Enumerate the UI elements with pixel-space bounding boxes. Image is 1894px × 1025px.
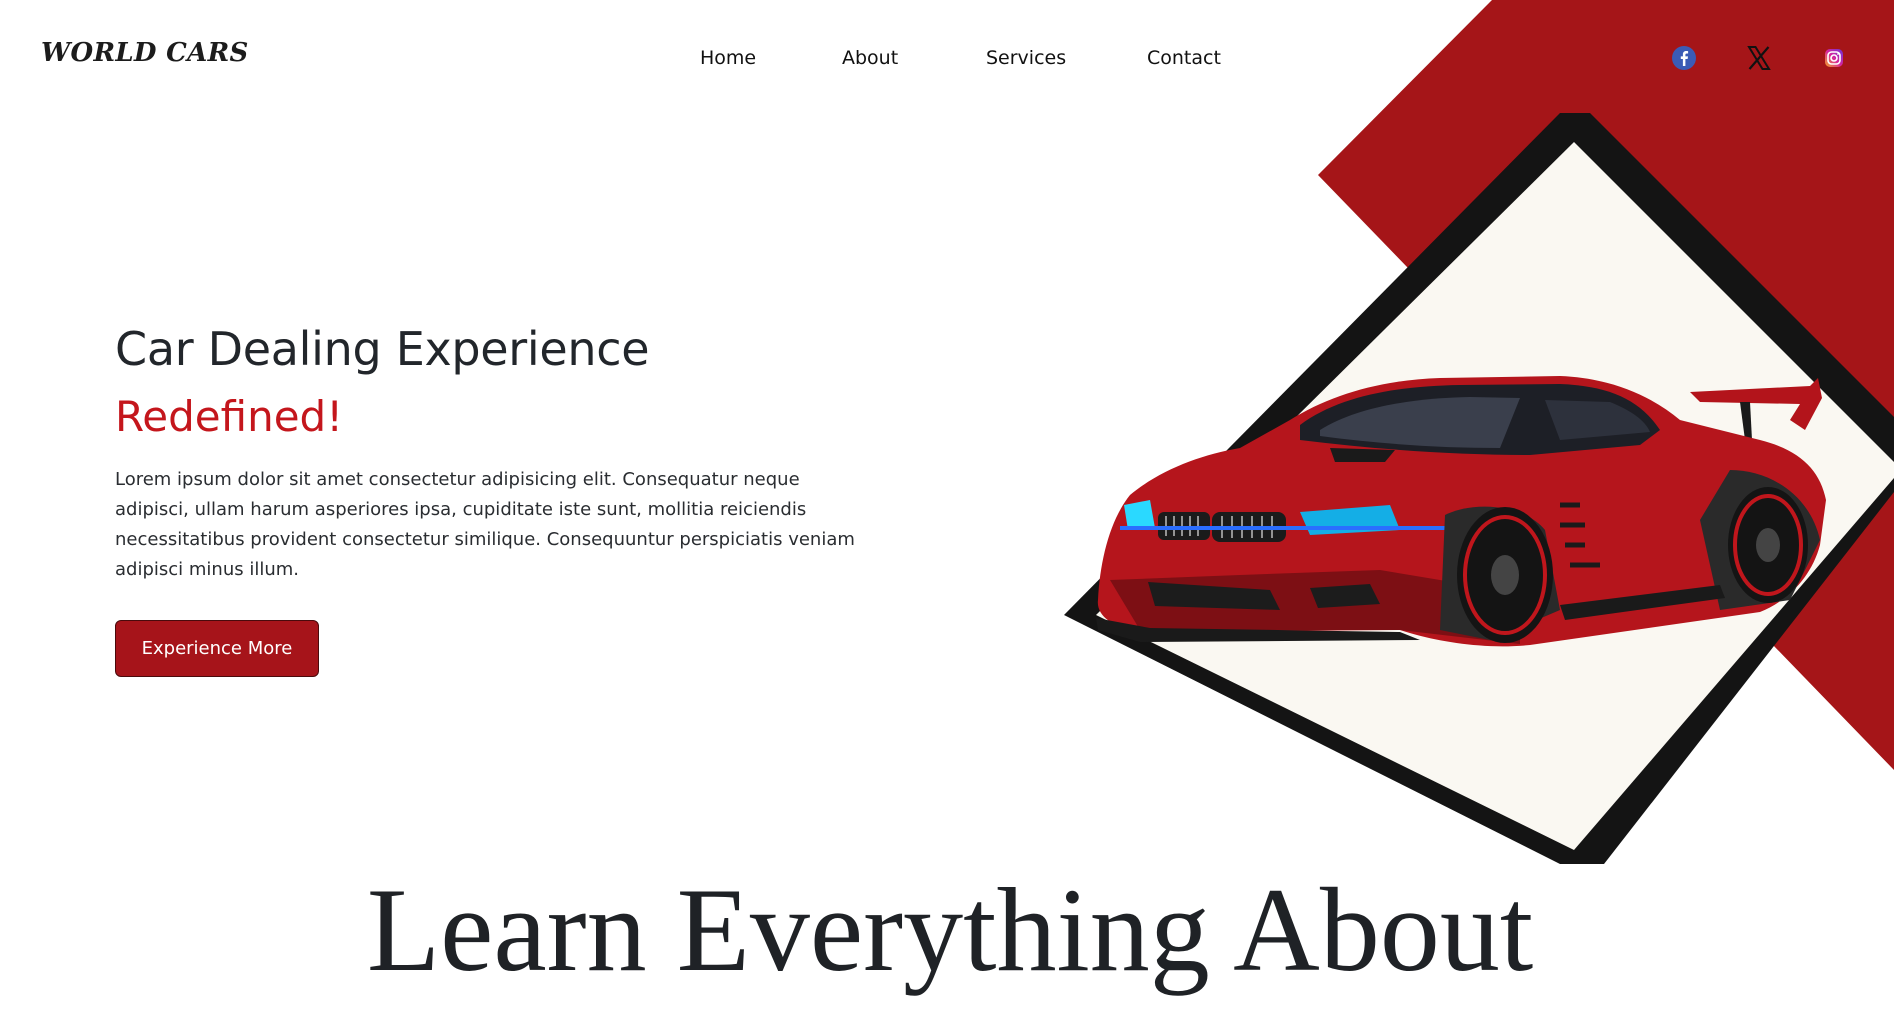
nav-contact-link[interactable]: Contact — [1147, 47, 1221, 69]
experience-more-button[interactable]: Experience More — [115, 620, 319, 677]
instagram-icon — [1825, 49, 1843, 67]
section-heading: Learn Everything About — [366, 863, 1534, 996]
nav-about-link[interactable]: About — [842, 47, 898, 69]
hero-accent-title: Redefined! — [115, 392, 344, 441]
instagram-link[interactable] — [1820, 44, 1848, 72]
diamond-frame — [1066, 113, 1894, 864]
car-image — [1096, 376, 1826, 647]
site-logo[interactable]: WORLD CARS — [41, 38, 249, 68]
nav-home-link[interactable]: Home — [700, 47, 756, 69]
facebook-link[interactable] — [1670, 44, 1698, 72]
x-icon — [1747, 46, 1771, 70]
hero-description: Lorem ipsum dolor sit amet consectetur a… — [115, 469, 855, 580]
facebook-icon — [1672, 46, 1696, 70]
x-link[interactable] — [1745, 44, 1773, 72]
hero-title: Car Dealing Experience — [115, 322, 650, 376]
diamond-panel — [1096, 142, 1894, 850]
red-diagonal-band — [1318, 0, 1894, 770]
nav-services-link[interactable]: Services — [986, 47, 1066, 69]
